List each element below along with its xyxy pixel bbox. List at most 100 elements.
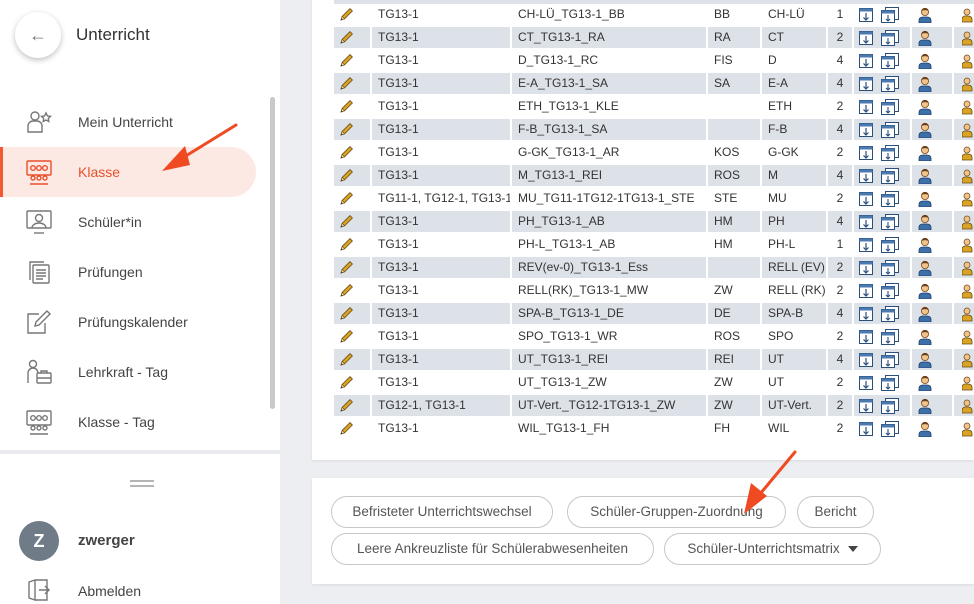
student-icon[interactable] <box>917 398 933 414</box>
student-icon[interactable] <box>917 168 933 184</box>
student-icon[interactable] <box>917 99 933 115</box>
sidebar-item-mein-unterricht[interactable]: Mein Unterricht <box>0 97 270 147</box>
leere-ankreuzliste-button[interactable]: Leere Ankreuzliste für Schülerabwesenhei… <box>331 533 654 565</box>
document-icon[interactable] <box>858 421 874 437</box>
document-copy-icon[interactable] <box>881 236 900 253</box>
student-group-icon[interactable] <box>962 30 974 46</box>
student-icon[interactable] <box>917 306 933 322</box>
pencil-edit-icon[interactable] <box>338 283 354 299</box>
document-copy-icon[interactable] <box>881 98 900 115</box>
pencil-edit-icon[interactable] <box>338 145 354 161</box>
student-group-icon[interactable] <box>962 191 974 207</box>
pencil-edit-icon[interactable] <box>338 99 354 115</box>
student-icon[interactable] <box>917 260 933 276</box>
sidebar-item-klasse-tag[interactable]: Klasse - Tag <box>0 397 270 447</box>
pencil-edit-icon[interactable] <box>338 30 354 46</box>
document-icon[interactable] <box>858 53 874 69</box>
pencil-edit-icon[interactable] <box>338 122 354 138</box>
student-icon[interactable] <box>917 329 933 345</box>
schueler-unterrichtsmatrix-dropdown[interactable]: Schüler-Unterrichtsmatrix <box>664 533 881 565</box>
document-copy-icon[interactable] <box>881 259 900 276</box>
student-group-icon[interactable] <box>962 237 974 253</box>
sidebar-item-pruefungen[interactable]: Prüfungen <box>0 247 270 297</box>
student-icon[interactable] <box>917 7 933 23</box>
student-group-icon[interactable] <box>962 122 974 138</box>
document-icon[interactable] <box>858 99 874 115</box>
document-copy-icon[interactable] <box>881 305 900 322</box>
student-icon[interactable] <box>917 375 933 391</box>
pencil-edit-icon[interactable] <box>338 375 354 391</box>
document-icon[interactable] <box>858 283 874 299</box>
back-button[interactable]: ← <box>15 12 61 58</box>
student-icon[interactable] <box>917 53 933 69</box>
document-copy-icon[interactable] <box>881 328 900 345</box>
document-icon[interactable] <box>858 260 874 276</box>
document-copy-icon[interactable] <box>881 167 900 184</box>
student-group-icon[interactable] <box>962 214 974 230</box>
sidebar-item-pruefungskalender[interactable]: Prüfungskalender <box>0 297 270 347</box>
document-copy-icon[interactable] <box>881 397 900 414</box>
schueler-gruppen-zuordnung-button[interactable]: Schüler-Gruppen-Zuordnung <box>567 496 786 528</box>
pencil-edit-icon[interactable] <box>338 329 354 345</box>
student-group-icon[interactable] <box>962 421 974 437</box>
document-copy-icon[interactable] <box>881 144 900 161</box>
document-icon[interactable] <box>858 306 874 322</box>
student-icon[interactable] <box>917 122 933 138</box>
document-icon[interactable] <box>858 352 874 368</box>
student-icon[interactable] <box>917 191 933 207</box>
student-group-icon[interactable] <box>962 283 974 299</box>
student-group-icon[interactable] <box>962 145 974 161</box>
sidebar-item-lehrkraft-tag[interactable]: Lehrkraft - Tag <box>0 347 270 397</box>
student-group-icon[interactable] <box>962 375 974 391</box>
document-copy-icon[interactable] <box>881 52 900 69</box>
student-group-icon[interactable] <box>962 53 974 69</box>
pencil-edit-icon[interactable] <box>338 53 354 69</box>
student-group-icon[interactable] <box>962 329 974 345</box>
document-icon[interactable] <box>858 76 874 92</box>
student-group-icon[interactable] <box>962 168 974 184</box>
document-icon[interactable] <box>858 398 874 414</box>
document-copy-icon[interactable] <box>881 374 900 391</box>
pencil-edit-icon[interactable] <box>338 7 354 23</box>
drag-handle-icon[interactable] <box>130 480 154 488</box>
document-copy-icon[interactable] <box>881 190 900 207</box>
pencil-edit-icon[interactable] <box>338 352 354 368</box>
pencil-edit-icon[interactable] <box>338 237 354 253</box>
student-group-icon[interactable] <box>962 398 974 414</box>
bericht-button[interactable]: Bericht <box>797 496 874 528</box>
student-icon[interactable] <box>917 30 933 46</box>
document-copy-icon[interactable] <box>881 282 900 299</box>
document-copy-icon[interactable] <box>881 351 900 368</box>
document-copy-icon[interactable] <box>881 29 900 46</box>
document-copy-icon[interactable] <box>881 75 900 92</box>
pencil-edit-icon[interactable] <box>338 421 354 437</box>
avatar[interactable]: Z <box>19 521 59 561</box>
pencil-edit-icon[interactable] <box>338 398 354 414</box>
student-icon[interactable] <box>917 283 933 299</box>
document-copy-icon[interactable] <box>881 420 900 437</box>
student-icon[interactable] <box>917 214 933 230</box>
document-icon[interactable] <box>858 168 874 184</box>
student-icon[interactable] <box>917 237 933 253</box>
document-copy-icon[interactable] <box>881 213 900 230</box>
befristeter-unterrichtswechsel-button[interactable]: Befristeter Unterrichtswechsel <box>331 496 553 528</box>
student-icon[interactable] <box>917 76 933 92</box>
pencil-edit-icon[interactable] <box>338 168 354 184</box>
document-copy-icon[interactable] <box>881 121 900 138</box>
document-icon[interactable] <box>858 145 874 161</box>
document-icon[interactable] <box>858 30 874 46</box>
student-group-icon[interactable] <box>962 306 974 322</box>
document-icon[interactable] <box>858 237 874 253</box>
document-icon[interactable] <box>858 122 874 138</box>
student-group-icon[interactable] <box>962 352 974 368</box>
document-icon[interactable] <box>858 7 874 23</box>
document-icon[interactable] <box>858 191 874 207</box>
document-icon[interactable] <box>858 214 874 230</box>
student-group-icon[interactable] <box>962 7 974 23</box>
student-group-icon[interactable] <box>962 99 974 115</box>
pencil-edit-icon[interactable] <box>338 306 354 322</box>
student-icon[interactable] <box>917 145 933 161</box>
student-icon[interactable] <box>917 352 933 368</box>
pencil-edit-icon[interactable] <box>338 214 354 230</box>
document-icon[interactable] <box>858 375 874 391</box>
